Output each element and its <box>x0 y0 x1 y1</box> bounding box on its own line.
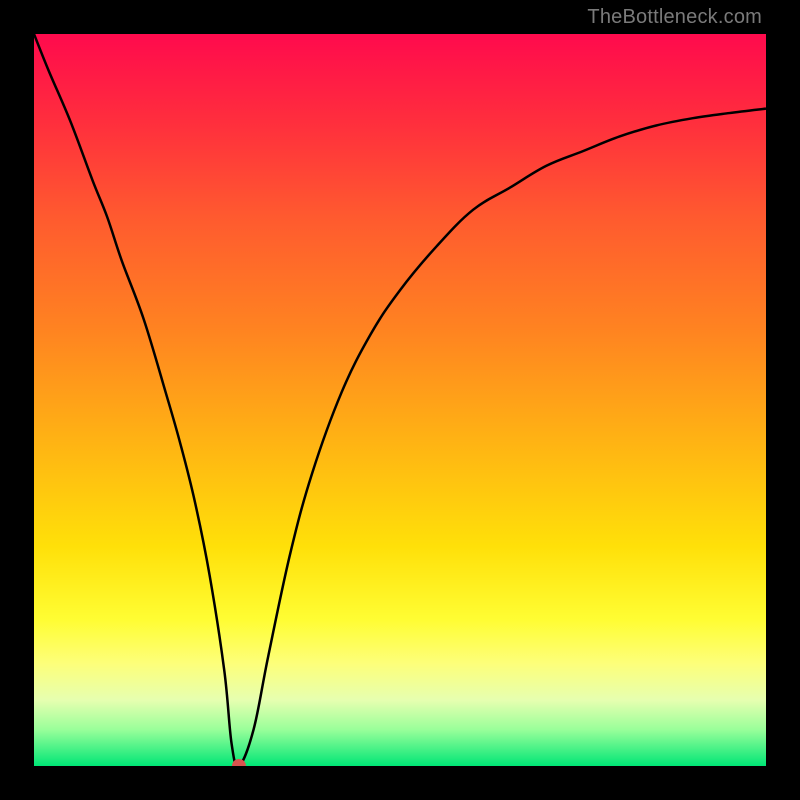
bottleneck-curve <box>34 34 766 766</box>
chart-frame: TheBottleneck.com <box>0 0 800 800</box>
plot-area <box>34 34 766 766</box>
curve-svg <box>34 34 766 766</box>
watermark-text: TheBottleneck.com <box>587 6 762 29</box>
